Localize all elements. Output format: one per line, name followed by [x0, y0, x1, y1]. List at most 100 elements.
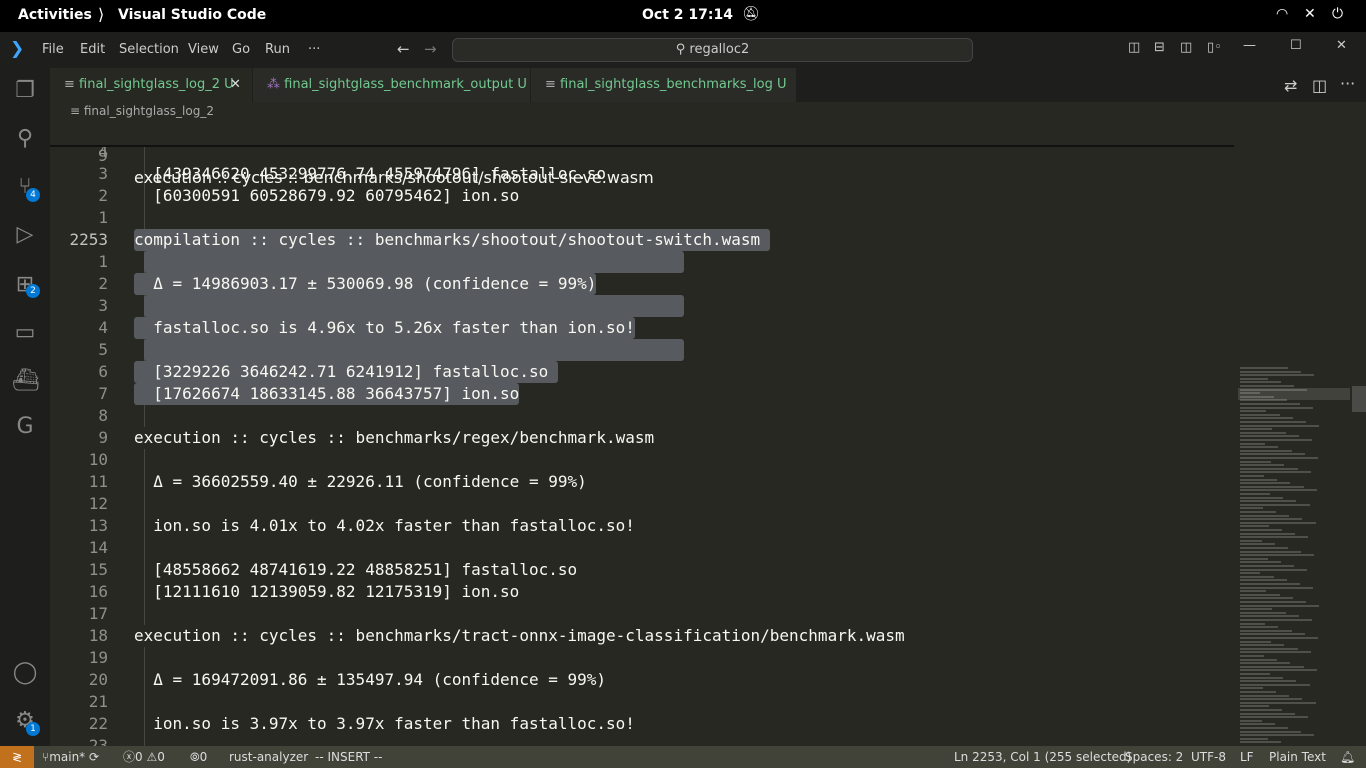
- editor-line[interactable]: 20 Δ = 169472091.86 ± 135497.94 (confide…: [50, 669, 1234, 691]
- line-number: 16: [88, 582, 108, 601]
- customize-layout-icon[interactable]: ▯◦: [1207, 40, 1222, 55]
- indentation[interactable]: Spaces: 2: [1125, 746, 1183, 768]
- minimap-line: [1240, 406, 1314, 409]
- toggle-panel-icon[interactable]: ⊟: [1154, 40, 1165, 55]
- breadcrumb[interactable]: ≡ final_sightglass_log_2: [70, 104, 214, 118]
- editor-line[interactable]: 15 [48558662 48741619.22 48858251] fasta…: [50, 559, 1234, 581]
- more-actions-icon[interactable]: ···: [1340, 74, 1355, 93]
- rust-analyzer-status[interactable]: rust-analyzer: [229, 746, 308, 768]
- editor-line[interactable]: 3: [50, 295, 1234, 317]
- editor-line[interactable]: 17: [50, 603, 1234, 625]
- line-text: ion.so is 4.01x to 4.02x faster than fas…: [134, 516, 635, 535]
- warning-icon: ⚠: [146, 750, 158, 764]
- editor-line[interactable]: 5: [50, 339, 1234, 361]
- editor-line[interactable]: 19: [50, 647, 1234, 669]
- editor-line[interactable]: 4 fastalloc.so is 4.96x to 5.26x faster …: [50, 317, 1234, 339]
- minimap-line: [1240, 543, 1275, 546]
- editor-line[interactable]: 13 ion.so is 4.01x to 4.02x faster than …: [50, 515, 1234, 537]
- remote-explorer-icon[interactable]: ▭: [12, 320, 38, 346]
- cursor-position[interactable]: Ln 2253, Col 1 (255 selected): [954, 746, 1131, 768]
- sticky-scroll-header[interactable]: 9 execution :: cycles :: benchmarks/shoo…: [50, 123, 1234, 187]
- tab-final-sightglass-benchmarks-log[interactable]: ≡ final_sightglass_benchmarks_log U: [531, 68, 797, 102]
- editor-line[interactable]: 1: [50, 207, 1234, 229]
- sync-icon[interactable]: ⟳: [89, 750, 99, 764]
- toggle-primary-sidebar-icon[interactable]: ◫: [1128, 40, 1140, 55]
- command-center-search[interactable]: ⚲ regalloc2: [452, 38, 973, 62]
- menu-file[interactable]: File: [42, 42, 64, 57]
- activities-button[interactable]: Activities: [18, 7, 92, 23]
- editor-line[interactable]: 14: [50, 537, 1234, 559]
- minimap[interactable]: [1238, 123, 1350, 746]
- line-number: 6: [98, 362, 108, 381]
- minimize-button[interactable]: —: [1243, 38, 1256, 53]
- editor-line[interactable]: 10: [50, 449, 1234, 471]
- editor-line[interactable]: 9 execution :: cycles :: benchmarks/regex…: [50, 427, 1234, 449]
- explorer-icon[interactable]: ❐: [12, 78, 38, 104]
- minimap-line: [1240, 593, 1280, 596]
- run-debug-icon[interactable]: ▷: [12, 222, 38, 248]
- power-icon[interactable]: ⏻: [1332, 6, 1343, 22]
- open-changes-icon[interactable]: ⇄: [1284, 76, 1297, 95]
- editor-line[interactable]: 8: [50, 405, 1234, 427]
- toggle-secondary-sidebar-icon[interactable]: ◫: [1180, 40, 1192, 55]
- menu-run[interactable]: Run: [265, 42, 290, 57]
- minimap-line: [1240, 734, 1315, 737]
- indent-guide: [144, 603, 145, 625]
- encoding[interactable]: UTF-8: [1191, 746, 1226, 768]
- menu-go[interactable]: Go: [232, 42, 250, 57]
- minimap-line: [1240, 716, 1309, 719]
- menu-edit[interactable]: Edit: [80, 42, 105, 57]
- editor-line[interactable]: 23: [50, 735, 1234, 746]
- editor-line[interactable]: 6 [3229226 3646242.71 6241912] fastalloc…: [50, 361, 1234, 383]
- minimap-line: [1240, 629, 1292, 632]
- editor-line[interactable]: 21: [50, 691, 1234, 713]
- maximize-button[interactable]: ☐: [1290, 38, 1302, 53]
- settings-badge: 1: [26, 722, 40, 736]
- editor-line[interactable]: 11 Δ = 36602559.40 ± 22926.11 (confidenc…: [50, 471, 1234, 493]
- close-window-button[interactable]: ✕: [1336, 38, 1347, 53]
- indent-guide: [144, 493, 145, 515]
- branch-status[interactable]: ⑂main* ⟳: [42, 746, 99, 768]
- editor-line[interactable]: 22 ion.so is 3.97x to 3.97x faster than …: [50, 713, 1234, 735]
- volume-muted-icon[interactable]: ✕: [1304, 6, 1316, 22]
- menu-selection[interactable]: Selection: [119, 42, 179, 57]
- end-of-line[interactable]: LF: [1240, 746, 1254, 768]
- clock[interactable]: Oct 2 17:14: [642, 7, 733, 23]
- accounts-icon[interactable]: ◯: [12, 660, 38, 686]
- forward-arrow-icon[interactable]: →: [424, 40, 437, 58]
- wifi-icon[interactable]: ◠: [1276, 6, 1288, 22]
- editor-line[interactable]: 2 Δ = 14986903.17 ± 530069.98 (confidenc…: [50, 273, 1234, 295]
- line-number: 12: [88, 494, 108, 513]
- minimap-viewport[interactable]: [1238, 388, 1350, 400]
- remote-indicator[interactable]: ≷: [0, 746, 34, 768]
- minimap-line: [1240, 449, 1292, 452]
- line-number: 18: [88, 626, 108, 645]
- search-icon[interactable]: ⚲: [12, 126, 38, 152]
- editor-line[interactable]: 12: [50, 493, 1234, 515]
- minimap-line: [1240, 741, 1281, 744]
- problems-status[interactable]: ⓧ0 ⚠0: [123, 746, 165, 768]
- app-menu[interactable]: Visual Studio Code: [118, 7, 266, 23]
- menu-view[interactable]: View: [188, 42, 219, 57]
- vertical-scrollbar-thumb[interactable]: [1352, 386, 1366, 412]
- gitlens-icon[interactable]: G: [12, 414, 38, 440]
- tab-final-sightglass-benchmark-output[interactable]: ⁂ final_sightglass_benchmark_output U: [253, 68, 531, 102]
- editor-line[interactable]: 16 [12111610 12139059.82 12175319] ion.s…: [50, 581, 1234, 603]
- menu-more[interactable]: ···: [308, 42, 320, 57]
- minimap-line: [1240, 597, 1293, 600]
- minimap-line: [1240, 572, 1261, 575]
- close-tab-icon[interactable]: ✕: [230, 68, 241, 102]
- editor-line[interactable]: 7 [17626674 18633145.88 36643757] ion.so: [50, 383, 1234, 405]
- editor-line[interactable]: 2253 compilation :: cycles :: benchmarks/…: [50, 229, 1234, 251]
- ports-status[interactable]: ⦾0: [190, 746, 207, 768]
- split-editor-icon[interactable]: ◫: [1312, 76, 1327, 95]
- editor-line[interactable]: 1: [50, 251, 1234, 273]
- editor-text-area[interactable]: 43 [439346620 453299776.74 455974796] fa…: [50, 123, 1234, 746]
- language-mode[interactable]: Plain Text: [1269, 746, 1326, 768]
- minimap-line: [1240, 557, 1268, 560]
- docker-icon[interactable]: ⛴: [12, 368, 40, 394]
- notifications-bell-icon[interactable]: 🔔︎: [1340, 746, 1355, 768]
- editor-line[interactable]: 18 execution :: cycles :: benchmarks/trac…: [50, 625, 1234, 647]
- back-arrow-icon[interactable]: ←: [397, 40, 410, 58]
- tab-final-sightglass-log-2[interactable]: ≡ final_sightglass_log_2 U ✕: [50, 68, 253, 102]
